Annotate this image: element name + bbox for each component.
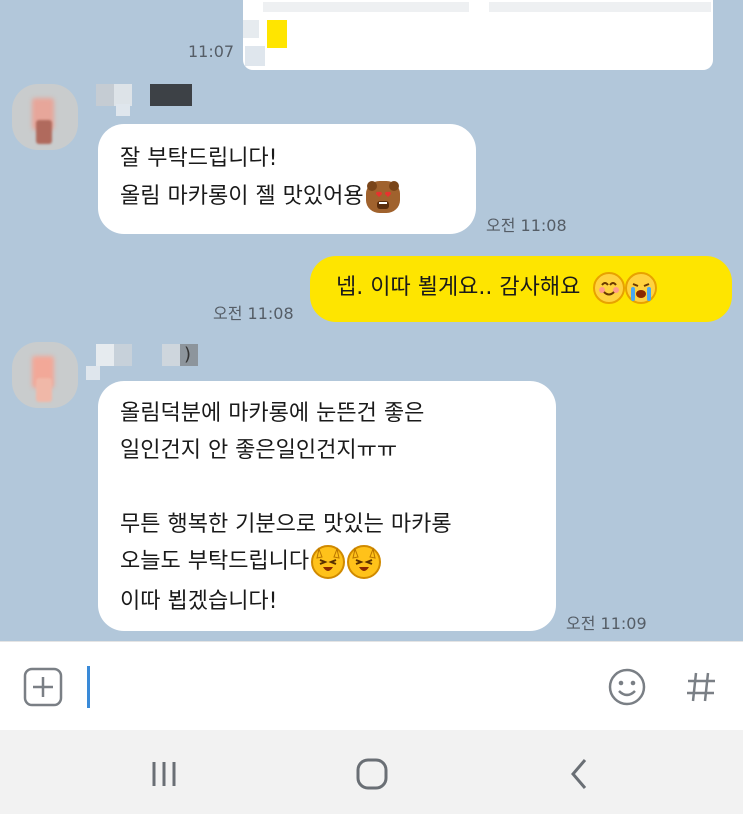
message-line: 무튼 행복한 기분으로 맛있는 마카롱 — [120, 512, 452, 537]
message-incoming-1[interactable]: 잘 부탁드립니다! 올림 마카롱이 젤 맛있어용 — [98, 124, 476, 234]
message-line — [120, 469, 534, 506]
mosaic-block — [245, 46, 265, 66]
crying-face-icon — [625, 272, 658, 304]
laughing-cat-icon — [347, 545, 382, 579]
system-navigation-bar — [0, 730, 743, 814]
message-line: 이따 뵙겠습니다! — [120, 589, 278, 614]
message-line: 일인건지 안 좋은일인건지ㅠㅠ — [120, 438, 398, 463]
message-incoming-2[interactable]: 올림덕분에 마카롱에 눈뜬건 좋은 일인건지 안 좋은일인건지ㅠㅠ 무튼 행복한… — [98, 381, 556, 631]
text-cursor — [87, 666, 90, 708]
mosaic-block — [86, 366, 100, 380]
heart-eyes-bear-icon — [365, 181, 400, 213]
home-icon[interactable] — [355, 757, 389, 791]
message-line-with-emoji: 오늘도 부탁드립니다 — [120, 543, 534, 583]
sender-name-redacted — [96, 344, 198, 366]
message-outgoing-partial — [243, 0, 713, 70]
message-line: 잘 부탁드립니다! — [120, 146, 278, 171]
message-time: 오전 11:09 — [566, 614, 647, 633]
sender-name-redacted — [96, 84, 202, 106]
avatar[interactable] — [12, 84, 78, 150]
smiling-face-icon — [593, 272, 626, 304]
chat-area[interactable]: 11:07 잘 부탁드립니다! 올림 마카롱이 젤 맛있어용 오전 11:08 … — [0, 0, 743, 641]
message-line: 오늘도 부탁드립니다 — [120, 549, 310, 574]
back-icon[interactable] — [565, 757, 593, 791]
mosaic-block — [489, 2, 711, 12]
mosaic-block — [243, 20, 259, 38]
message-line-with-emoji: 올림 마카롱이 젤 맛있어용 — [120, 178, 454, 216]
message-input-bar — [0, 641, 743, 730]
mosaic-block — [263, 2, 469, 12]
message-time: 11:07 — [188, 42, 235, 61]
avatar[interactable] — [12, 342, 78, 408]
highlight-mark — [267, 20, 287, 48]
recent-apps-icon[interactable] — [148, 758, 180, 790]
message-outgoing-1[interactable]: 넵. 이따 뵐게요.. 감사해요 — [310, 256, 732, 322]
message-text: 넵. 이따 뵐게요.. 감사해요 — [336, 275, 581, 300]
plus-square-icon[interactable] — [23, 667, 63, 707]
message-line: 올림덕분에 마카롱에 눈뜬건 좋은 — [120, 401, 425, 426]
mosaic-block — [116, 104, 130, 116]
smiley-icon[interactable] — [607, 667, 647, 707]
laughing-cat-icon — [311, 545, 346, 579]
message-time: 오전 11:08 — [486, 216, 567, 235]
sender-name-suffix: ) — [184, 344, 192, 365]
message-input[interactable] — [82, 664, 582, 710]
message-time: 오전 11:08 — [213, 304, 294, 323]
hash-icon[interactable] — [684, 670, 718, 704]
message-line: 올림 마카롱이 젤 맛있어용 — [120, 184, 364, 209]
